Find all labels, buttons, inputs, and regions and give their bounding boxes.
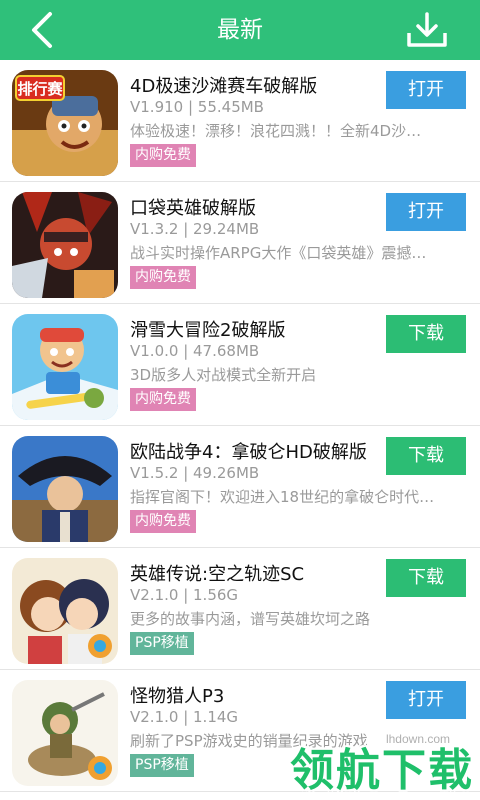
download-manager-button[interactable] [404,8,450,52]
watermark-logo: 领航下载 [290,745,474,796]
download-tray-icon [407,12,447,47]
open-button[interactable]: 打开 [386,681,466,719]
open-button[interactable]: 打开 [386,71,466,109]
app-description: 更多的故事内涵，谱写英雄坎坷之路 [130,610,371,628]
app-name: 口袋英雄破解版 [130,198,256,219]
app-thumbnail[interactable] [12,436,118,542]
app-name: 英雄传说:空之轨迹SC [130,564,305,585]
app-description: 战斗实时操作ARPG大作《口袋英雄》震撼… [130,244,427,262]
app-thumbnail[interactable] [12,192,118,298]
app-thumbnail[interactable] [12,558,118,664]
app-meta: V1.5.2 | 49.26MB [130,464,260,482]
status-badge: 内购免费 [130,266,196,289]
app-thumbnail[interactable] [12,314,118,420]
app-list: 排行赛 4D极速沙滩赛车破解版 V1.910 | 55.45MB 体验极速！漂移… [0,60,480,792]
app-thumbnail[interactable]: 排行赛 [12,70,118,176]
status-badge: 内购免费 [130,144,196,167]
list-item[interactable]: 英雄传说:空之轨迹SC V2.1.0 | 1.56G 更多的故事内涵，谱写英雄坎… [0,548,480,670]
watermark: lhdown.com 领航下载 [278,732,474,798]
list-item[interactable]: 口袋英雄破解版 V1.3.2 | 29.24MB 战斗实时操作ARPG大作《口袋… [0,182,480,304]
app-meta: V2.1.0 | 1.56G [130,586,239,604]
status-badge: PSP移植 [130,632,194,655]
thumb-label: 排行赛 [17,80,63,98]
app-meta: V1.3.2 | 29.24MB [130,220,260,238]
app-name: 欧陆战争4：拿破仑HD破解版 [130,442,367,463]
app-description: 体验极速！漂移！浪花四溅！！全新4D沙… [130,122,422,140]
download-button[interactable]: 下载 [386,437,466,475]
download-button[interactable]: 下载 [386,559,466,597]
app-thumbnail[interactable] [12,680,118,786]
list-item[interactable]: 滑雪大冒险2破解版 V1.0.0 | 47.68MB 3D版多人对战模式全新开启… [0,304,480,426]
app-meta: V1.910 | 55.45MB [130,98,264,116]
app-description: 3D版多人对战模式全新开启 [130,366,317,384]
status-badge: 内购免费 [130,388,196,411]
app-name: 4D极速沙滩赛车破解版 [130,76,318,97]
app-name: 怪物猎人P3 [130,686,225,707]
status-badge: 内购免费 [130,510,196,533]
app-name: 滑雪大冒险2破解版 [130,320,286,341]
top-app-bar: 最新 [0,0,480,60]
download-button[interactable]: 下载 [386,315,466,353]
app-meta: V1.0.0 | 47.68MB [130,342,260,360]
status-badge: PSP移植 [130,754,194,777]
open-button[interactable]: 打开 [386,193,466,231]
list-item[interactable]: 排行赛 4D极速沙滩赛车破解版 V1.910 | 55.45MB 体验极速！漂移… [0,60,480,182]
app-description: 指挥官阁下！欢迎进入18世纪的拿破仑时代… [130,488,435,506]
list-item[interactable]: 欧陆战争4：拿破仑HD破解版 V1.5.2 | 49.26MB 指挥官阁下！欢迎… [0,426,480,548]
app-meta: V2.1.0 | 1.14G [130,708,239,726]
